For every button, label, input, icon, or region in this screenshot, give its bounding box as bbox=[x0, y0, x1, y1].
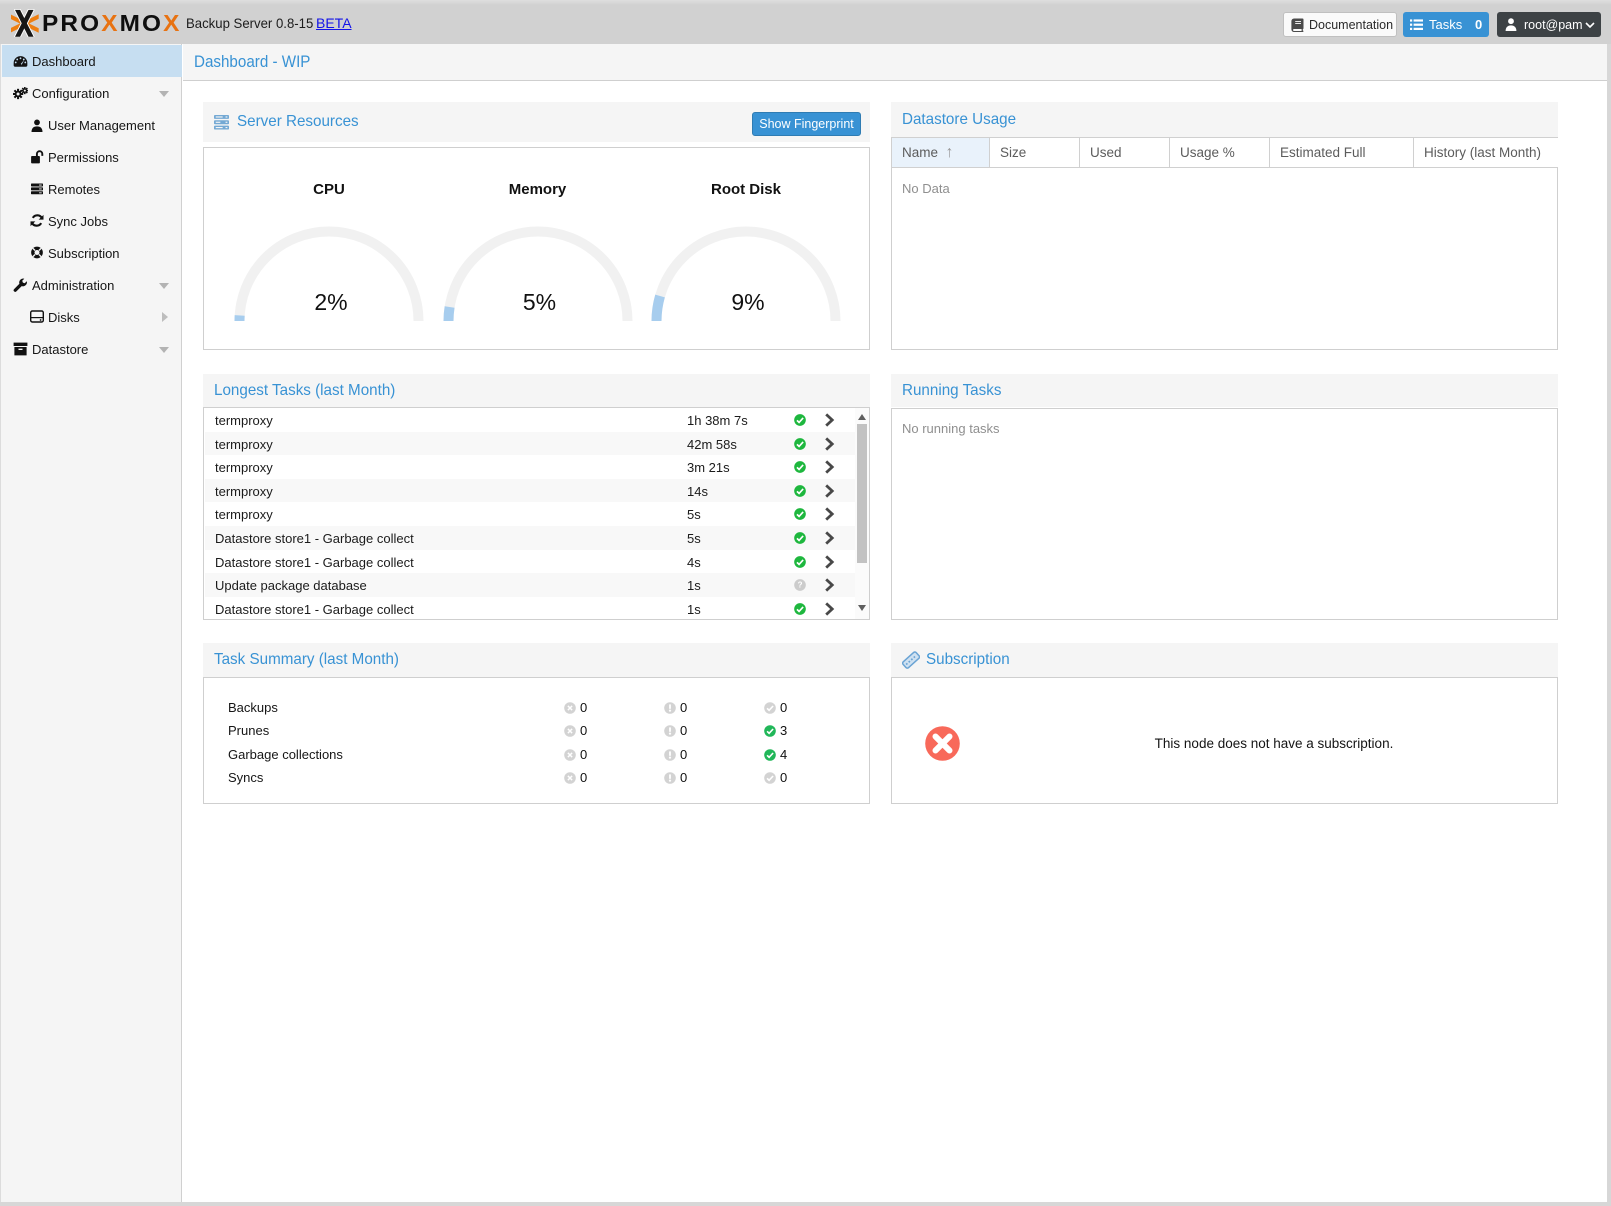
svg-text:?: ? bbox=[798, 581, 803, 590]
